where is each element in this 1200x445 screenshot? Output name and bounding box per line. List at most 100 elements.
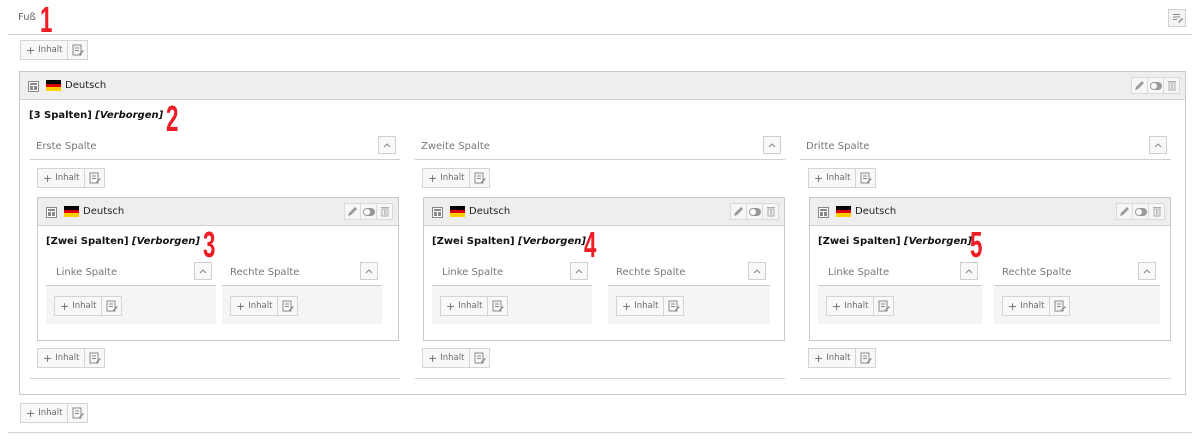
toggle-visibility-button[interactable] xyxy=(1132,203,1149,220)
flag-de-icon xyxy=(836,206,851,217)
column-label: Dritte Spalte xyxy=(806,141,870,152)
collapse-button[interactable] xyxy=(763,136,781,154)
chevron-up-icon xyxy=(365,269,373,274)
edit-section-button[interactable] xyxy=(1168,9,1186,27)
add-content-bar-top: + Inhalt xyxy=(20,40,89,60)
paste-button[interactable] xyxy=(85,168,106,188)
element-actions xyxy=(1116,203,1165,220)
inner-column-header-left: Linke Spalte xyxy=(818,258,982,286)
collapse-button[interactable] xyxy=(748,262,766,280)
plus-icon: + xyxy=(622,299,632,313)
grid-icon xyxy=(432,207,443,218)
toggle-visibility-button[interactable] xyxy=(360,203,377,220)
paste-button[interactable] xyxy=(664,296,685,316)
content-element-2-columns: Deutsch [Zwei Spalten] [Verborgen] Linke… xyxy=(37,197,399,341)
add-content-button[interactable]: + Inhalt xyxy=(37,168,86,188)
paste-icon xyxy=(72,44,84,56)
delete-button[interactable] xyxy=(762,203,779,220)
column-header-1: Erste Spalte xyxy=(30,132,400,160)
paste-button[interactable] xyxy=(470,168,491,188)
delete-button[interactable] xyxy=(376,203,393,220)
chevron-up-icon xyxy=(768,143,776,148)
paste-button[interactable] xyxy=(1050,296,1071,316)
add-content-button[interactable]: + Inhalt xyxy=(808,348,857,368)
paste-button[interactable] xyxy=(856,168,877,188)
add-content-button[interactable]: + Inhalt xyxy=(808,168,857,188)
add-content-bar: + Inhalt xyxy=(37,348,106,368)
grid-icon xyxy=(46,207,57,218)
language-label: Deutsch xyxy=(855,206,897,217)
edit-button[interactable] xyxy=(1131,77,1148,94)
collapse-button[interactable] xyxy=(360,262,378,280)
chevron-up-icon xyxy=(1154,143,1162,148)
plus-icon: + xyxy=(26,43,36,57)
element-header: Deutsch xyxy=(20,72,1185,100)
paste-button[interactable] xyxy=(68,403,89,423)
add-content-bar: + Inhalt xyxy=(1002,296,1071,316)
collapse-button[interactable] xyxy=(378,136,396,154)
add-content-button[interactable]: + Inhalt xyxy=(826,296,875,316)
collapse-button[interactable] xyxy=(1138,262,1156,280)
add-content-bar: + Inhalt xyxy=(440,296,509,316)
trash-icon xyxy=(380,207,389,217)
add-content-button[interactable]: + Inhalt xyxy=(616,296,665,316)
add-content-button[interactable]: + Inhalt xyxy=(20,40,69,60)
pencil-icon xyxy=(1120,207,1129,216)
language-label: Deutsch xyxy=(83,206,125,217)
paste-button[interactable] xyxy=(470,348,491,368)
plus-icon: + xyxy=(43,171,53,185)
plus-icon: + xyxy=(236,299,246,313)
plus-icon: + xyxy=(814,171,824,185)
paste-icon xyxy=(474,172,486,184)
plus-icon: + xyxy=(428,171,438,185)
add-content-button[interactable]: + Inhalt xyxy=(20,403,69,423)
add-content-bar: + Inhalt xyxy=(422,348,491,368)
add-content-bar: + Inhalt xyxy=(422,168,491,188)
edit-button[interactable] xyxy=(1116,203,1133,220)
paste-icon xyxy=(106,300,118,312)
column-label: Linke Spalte xyxy=(56,267,118,278)
paste-button[interactable] xyxy=(68,40,89,60)
add-content-button[interactable]: + Inhalt xyxy=(422,348,471,368)
flag-de-icon xyxy=(450,206,465,217)
add-content-button[interactable]: + Inhalt xyxy=(54,296,103,316)
column-label: Rechte Spalte xyxy=(230,267,300,278)
add-content-button[interactable]: + Inhalt xyxy=(422,168,471,188)
delete-button[interactable] xyxy=(1163,77,1180,94)
collapse-button[interactable] xyxy=(1149,136,1167,154)
add-content-button[interactable]: + Inhalt xyxy=(440,296,489,316)
column-divider xyxy=(30,378,400,379)
element-header: Deutsch xyxy=(810,198,1170,226)
paste-button[interactable] xyxy=(102,296,123,316)
inner-column-header-left: Linke Spalte xyxy=(432,258,592,286)
paste-button[interactable] xyxy=(278,296,299,316)
marker-3: 3 xyxy=(203,224,216,265)
content-element-2-columns: Deutsch [Zwei Spalten] [Verborgen] Linke… xyxy=(423,197,785,341)
trash-icon xyxy=(766,207,775,217)
edit-button[interactable] xyxy=(344,203,361,220)
add-content-button[interactable]: + Inhalt xyxy=(37,348,86,368)
toggle-visibility-button[interactable] xyxy=(1147,77,1164,94)
edit-button[interactable] xyxy=(730,203,747,220)
paste-icon xyxy=(860,352,872,364)
paste-button[interactable] xyxy=(85,348,106,368)
paste-button[interactable] xyxy=(874,296,895,316)
paste-icon xyxy=(1054,300,1066,312)
toggle-icon xyxy=(1149,81,1162,90)
add-content-bar: + Inhalt xyxy=(54,296,123,316)
plus-icon: + xyxy=(446,299,456,313)
plus-icon: + xyxy=(43,351,53,365)
toggle-visibility-button[interactable] xyxy=(746,203,763,220)
plus-icon: + xyxy=(1008,299,1018,313)
content-element-2-columns: Deutsch [Zwei Spalten] [Verborgen] Linke… xyxy=(809,197,1171,341)
column-divider xyxy=(800,378,1171,379)
add-content-button[interactable]: + Inhalt xyxy=(1002,296,1051,316)
delete-button[interactable] xyxy=(1148,203,1165,220)
section-header: Fuß xyxy=(8,0,1192,35)
column-header-3: Dritte Spalte xyxy=(800,132,1171,160)
add-content-button[interactable]: + Inhalt xyxy=(230,296,279,316)
paste-button[interactable] xyxy=(856,348,877,368)
inner-column-header-right: Rechte Spalte xyxy=(608,258,770,286)
trash-icon xyxy=(1152,207,1161,217)
paste-button[interactable] xyxy=(488,296,509,316)
